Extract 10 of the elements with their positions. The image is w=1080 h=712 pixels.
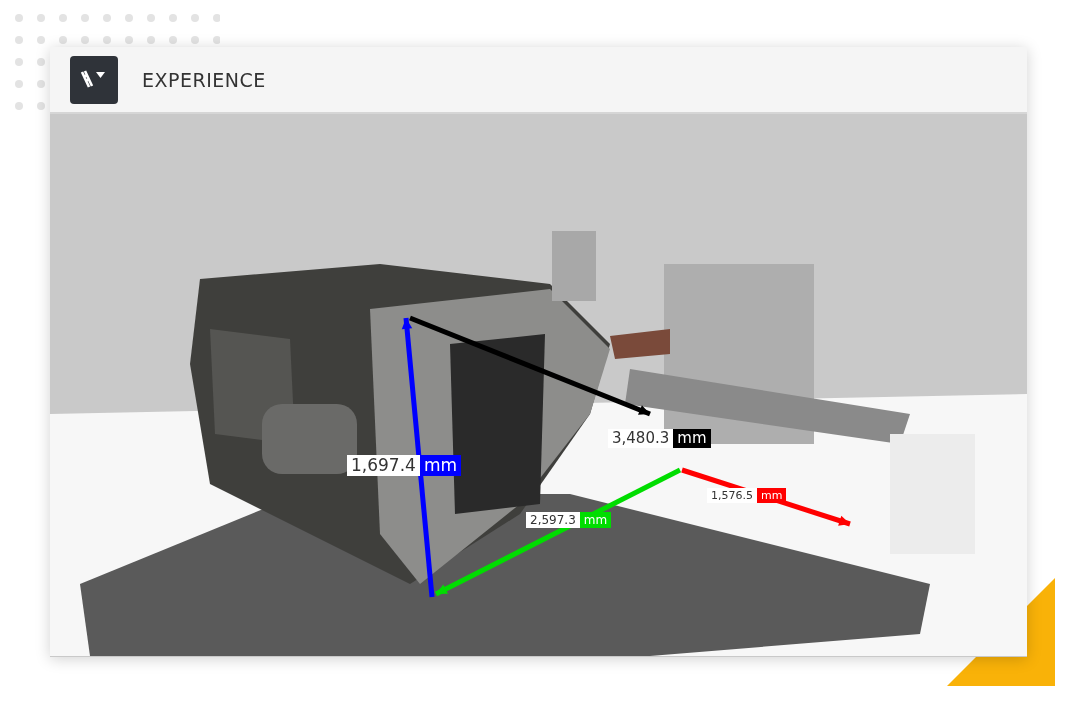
measurement-value: 2,597.3 <box>526 512 580 528</box>
logo-icon[interactable] <box>70 55 118 104</box>
measurement-value: 3,480.3 <box>608 429 674 448</box>
measurement-unit: mm <box>757 488 787 503</box>
measurement-value: 1,697.4 <box>347 455 420 476</box>
measurement-unit: mm <box>673 429 711 448</box>
measurement-unit: mm <box>579 512 612 528</box>
measurement-value: 1,576.5 <box>707 488 757 503</box>
measurement-unit: mm <box>419 455 461 476</box>
window-title: EXPERIENCE <box>142 68 266 91</box>
